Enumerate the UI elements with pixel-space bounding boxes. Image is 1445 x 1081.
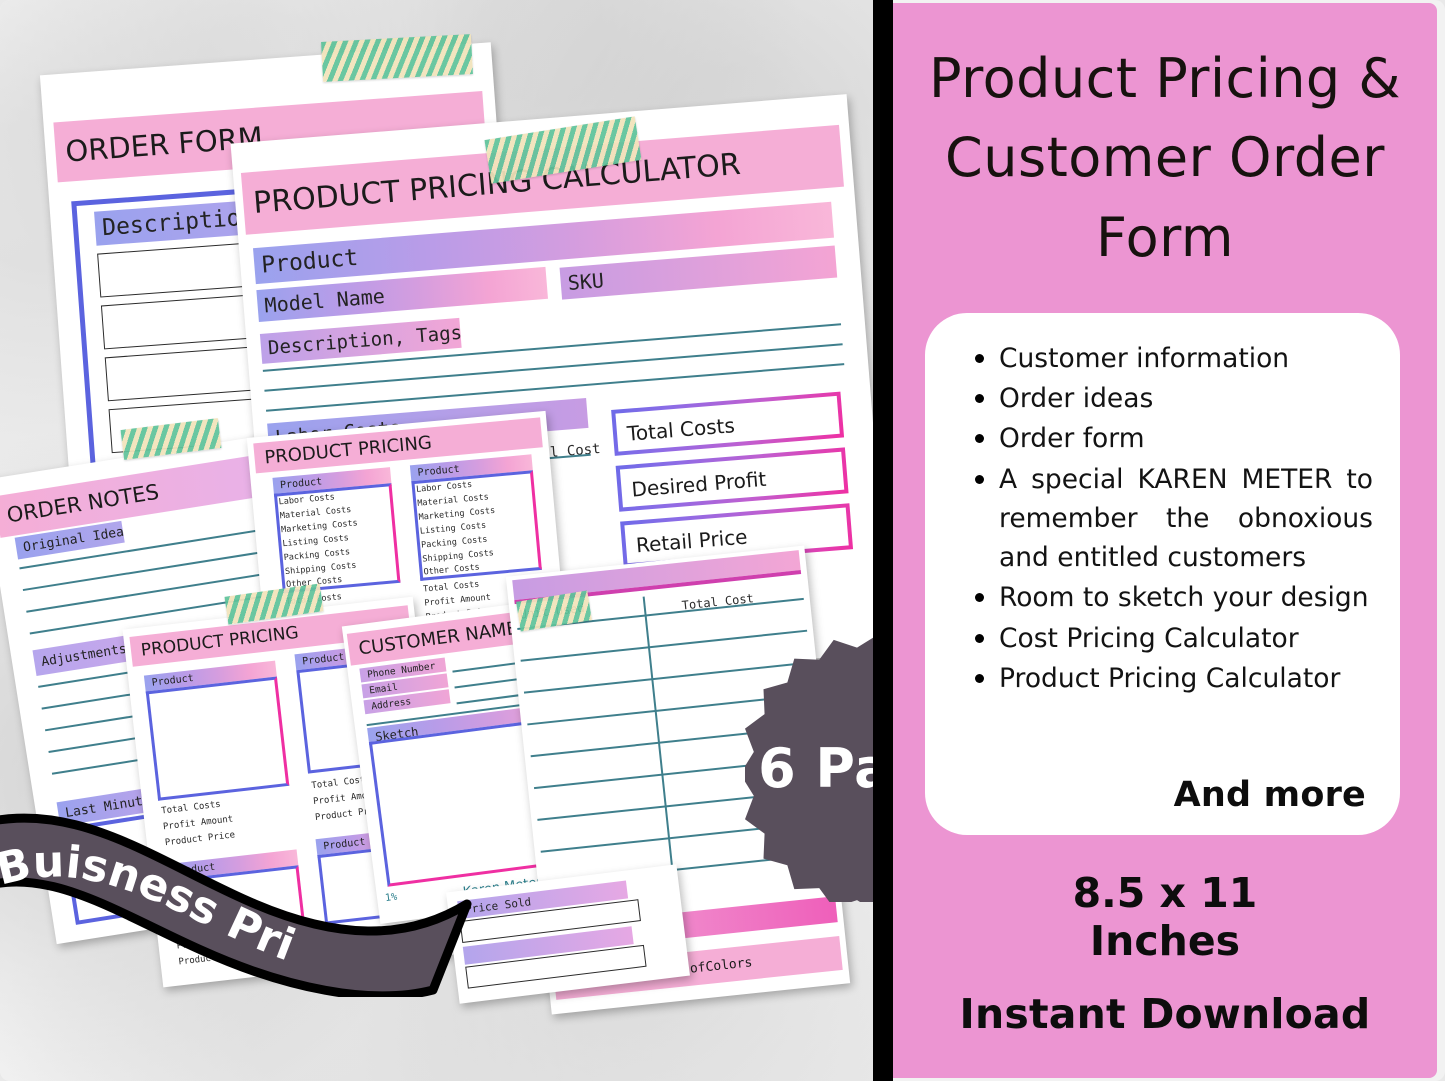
pp-total: Total Costs xyxy=(422,579,480,595)
printable-ribbon: Buisness Printable xyxy=(0,792,495,997)
instant-download-label: Instant Download xyxy=(959,990,1371,1038)
list-item: Room to sketch your design xyxy=(973,578,1373,617)
size-label: 8.5 x 11 Inches xyxy=(893,869,1437,966)
title-line-1: Product Pricing & xyxy=(929,47,1401,110)
size-line-1: 8.5 x 11 xyxy=(1072,869,1258,917)
title-line-3: Form xyxy=(1095,205,1235,269)
pp-total: Profit Amount xyxy=(424,592,492,609)
product-listing-image: ORDER FORM Description ORDER NOTES Origi… xyxy=(0,0,1445,1081)
product-pricing-table xyxy=(145,676,290,801)
list-item: Customer information xyxy=(973,339,1373,378)
mockup-photo-pane: ORDER FORM Description ORDER NOTES Origi… xyxy=(0,0,1013,1081)
note-line xyxy=(22,545,296,592)
feature-list: Customer information Order ideas Order f… xyxy=(973,339,1373,699)
listing-title: Product Pricing & Customer Order Form xyxy=(893,39,1437,277)
feature-card: Customer information Order ideas Order f… xyxy=(925,313,1400,835)
list-item: A special KAREN METER to remember the ob… xyxy=(973,460,1373,578)
and-more-label: And more xyxy=(1173,775,1366,815)
size-line-2: Inches xyxy=(1089,917,1241,966)
list-item: Product Pricing Calculator xyxy=(973,659,1373,698)
panel-divider xyxy=(873,0,893,1081)
washi-tape-icon xyxy=(321,34,473,82)
calculator-box-desired-profit: Desired Profit xyxy=(615,447,849,512)
list-item: Order form xyxy=(973,419,1373,458)
materials-divider xyxy=(642,596,676,896)
materials-line xyxy=(520,629,808,662)
info-pane: Product Pricing & Customer Order Form Cu… xyxy=(893,3,1437,1078)
list-item: Cost Pricing Calculator xyxy=(973,619,1373,658)
calculator-box-total-costs: Total Costs xyxy=(611,391,845,456)
title-line-2: Customer Order xyxy=(945,126,1385,190)
list-item: Order ideas xyxy=(973,379,1373,418)
